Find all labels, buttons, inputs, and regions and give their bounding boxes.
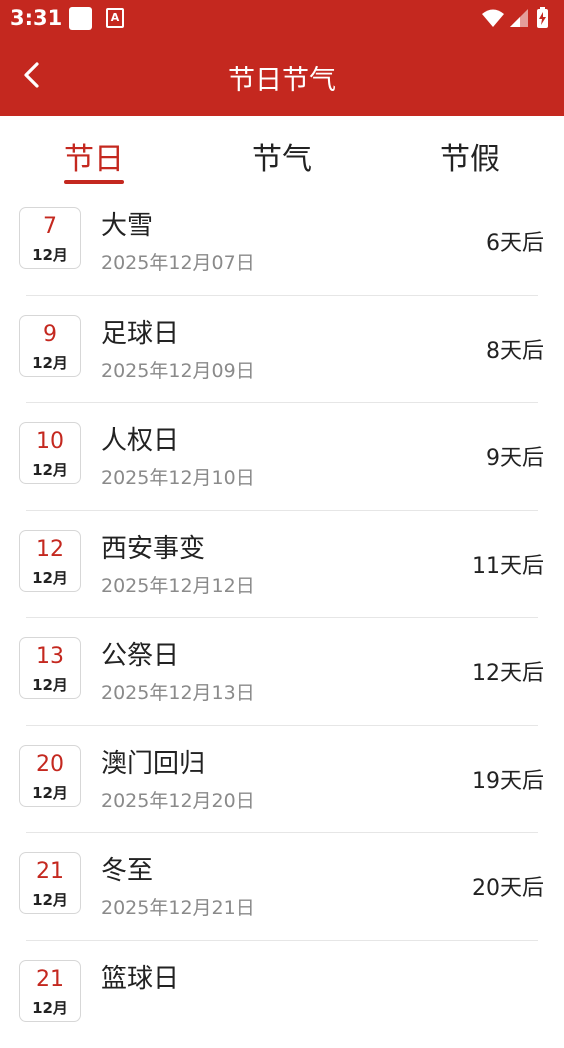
date-badge-month: 12月 [20,567,80,588]
tab-festivals[interactable]: 节日 [14,134,174,178]
status-icons [480,6,552,30]
festival-name: 西安事变 [101,528,205,565]
festival-date: 2025年12月07日 [101,248,255,275]
list-item[interactable]: 9 12月 足球日 2025年12月09日 8天后 [0,296,564,404]
festival-name: 足球日 [101,313,179,350]
date-badge: 20 12月 [19,745,81,807]
festival-date: 2025年12月10日 [101,463,255,490]
wifi-icon [482,10,504,28]
list-item[interactable]: 21 12月 篮球日 [0,941,564,1048]
app-bar: 节日节气 [0,36,564,116]
status-bar: 3:31 A [0,0,564,36]
date-badge: 9 12月 [19,315,81,377]
list-item[interactable]: 20 12月 澳门回归 2025年12月20日 19天后 [0,726,564,834]
festival-countdown: 6天后 [486,225,544,257]
date-badge: 12 12月 [19,530,81,592]
date-badge-day: 12 [20,537,80,562]
date-badge-day: 13 [20,644,80,669]
date-badge: 21 12月 [19,852,81,914]
tab-active-indicator [64,180,124,184]
festival-name: 公祭日 [101,635,179,672]
tab-holidays[interactable]: 节假 [390,134,550,178]
date-badge: 10 12月 [19,422,81,484]
date-badge: 7 12月 [19,207,81,269]
list-item[interactable]: 7 12月 大雪 2025年12月07日 6天后 [0,188,564,296]
festival-countdown: 20天后 [472,870,544,902]
festival-date: 2025年12月12日 [101,571,255,598]
festival-date: 2025年12月21日 [101,893,255,920]
list-item[interactable]: 10 12月 人权日 2025年12月10日 9天后 [0,403,564,511]
festival-name: 人权日 [101,420,179,457]
festival-date: 2025年12月13日 [101,678,255,705]
festival-name: 大雪 [101,205,153,242]
festival-date: 2025年12月20日 [101,786,255,813]
date-badge-month: 12月 [20,244,80,265]
festival-name: 冬至 [101,850,153,887]
notification-square-icon [69,7,92,30]
date-badge-day: 20 [20,752,80,777]
tab-solar-terms[interactable]: 节气 [202,134,362,178]
notification-app-icon: A [106,8,124,28]
date-badge-day: 21 [20,859,80,884]
date-badge-month: 12月 [20,674,80,695]
date-badge-month: 12月 [20,459,80,480]
festival-countdown: 12天后 [472,655,544,687]
tab-bar: 节日 节气 节假 [0,116,564,188]
festival-date: 2025年12月09日 [101,356,255,383]
date-badge-month: 12月 [20,889,80,910]
page-title: 节日节气 [0,58,564,97]
festival-countdown: 11天后 [472,548,544,580]
list-item[interactable]: 13 12月 公祭日 2025年12月13日 12天后 [0,618,564,726]
date-badge-day: 9 [20,322,80,347]
festival-countdown: 9天后 [486,440,544,472]
date-badge-month: 12月 [20,352,80,373]
festival-countdown: 8天后 [486,333,544,365]
festival-name: 澳门回归 [101,743,205,780]
list-item[interactable]: 21 12月 冬至 2025年12月21日 20天后 [0,833,564,941]
festival-name: 篮球日 [101,958,179,995]
date-badge-day: 10 [20,429,80,454]
date-badge-day: 21 [20,967,80,992]
date-badge: 21 12月 [19,960,81,1022]
date-badge-day: 7 [20,214,80,239]
date-badge-month: 12月 [20,997,80,1018]
date-badge: 13 12月 [19,637,81,699]
list-item[interactable]: 12 12月 西安事变 2025年12月12日 11天后 [0,511,564,619]
date-badge-month: 12月 [20,782,80,803]
festival-list: 7 12月 大雪 2025年12月07日 6天后 9 12月 足球日 2025年… [0,188,564,1048]
festival-countdown: 19天后 [472,763,544,795]
signal-icon [510,9,528,27]
status-time: 3:31 [10,6,62,30]
battery-icon [537,7,548,28]
